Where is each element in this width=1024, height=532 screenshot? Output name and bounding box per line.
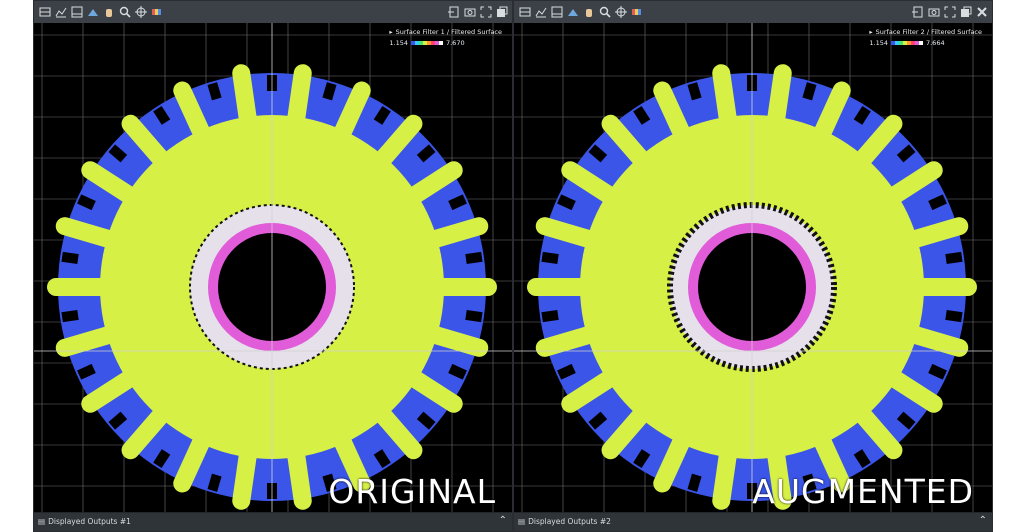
- section-icon[interactable]: [550, 4, 563, 19]
- viewer-panel-augmented: ▸ Surface Filter 2 / Filtered Surface 1.1…: [513, 0, 993, 532]
- profile-icon[interactable]: [534, 4, 547, 19]
- gear-rib: [232, 441, 258, 510]
- zoom-icon[interactable]: [598, 4, 611, 19]
- tooth-gap: [207, 473, 222, 492]
- gear-rib: [766, 64, 792, 133]
- legend-swatches: [890, 39, 923, 47]
- tooth-gap: [928, 194, 947, 211]
- tooth-gap: [61, 309, 79, 323]
- tooth-gap: [448, 363, 467, 380]
- tooth-gap: [77, 363, 96, 380]
- section-icon[interactable]: [70, 4, 83, 19]
- legend-swatch: [438, 41, 443, 45]
- palette-icon[interactable]: [150, 4, 163, 19]
- gear-rib: [286, 64, 312, 133]
- profile-icon[interactable]: [54, 4, 67, 19]
- legend-min: 1.154: [869, 39, 888, 47]
- tooth-gap: [945, 251, 963, 265]
- hand-icon[interactable]: [102, 4, 115, 19]
- status-bar: ▤ Displayed Outputs #1 ⌃: [34, 512, 512, 531]
- tooth-gap: [448, 194, 467, 211]
- tooth-gap: [945, 309, 963, 323]
- outputs-icon: ▤: [518, 517, 526, 526]
- status-bar: ▤ Displayed Outputs #2 ⌃: [514, 512, 992, 531]
- dock-icon[interactable]: [911, 4, 924, 19]
- tooth-gap: [207, 82, 222, 101]
- tooth-gap: [541, 309, 559, 323]
- camera-icon[interactable]: [463, 4, 476, 19]
- camera-icon[interactable]: [927, 4, 940, 19]
- fullscreen-icon[interactable]: [479, 4, 492, 19]
- viewer-panel-original: ▸ Surface Filter 1 / Filtered Surface 1.1…: [33, 0, 513, 532]
- status-text[interactable]: Displayed Outputs #2: [528, 517, 611, 526]
- fullscreen-icon[interactable]: [943, 4, 956, 19]
- legend-max: 7.664: [925, 39, 945, 47]
- legend-swatches: [410, 39, 443, 47]
- chevron-up-icon[interactable]: ⌃: [979, 515, 987, 526]
- tooth-gap: [928, 363, 947, 380]
- color-legend: ▸ Surface Filter 1 / Filtered Surface 1.1…: [389, 28, 502, 47]
- tooth-gap: [687, 82, 702, 101]
- gear-scan-render: [34, 23, 512, 513]
- tooth-gap: [802, 82, 817, 101]
- legend-swatch: [918, 41, 923, 45]
- viewer-toolbar: [514, 1, 992, 24]
- legend-max: 7.670: [445, 39, 465, 47]
- tooth-gap: [322, 82, 337, 101]
- viewer-toolbar: [34, 1, 512, 24]
- 3d-viewport[interactable]: ▸ Surface Filter 1 / Filtered Surface 1.1…: [34, 23, 512, 513]
- dock-icon[interactable]: [447, 4, 460, 19]
- target-icon[interactable]: [614, 4, 627, 19]
- tooth-gap: [61, 251, 79, 265]
- legend-title: Surface Filter 2 / Filtered Surface: [875, 28, 982, 36]
- chevron-up-icon[interactable]: ⌃: [499, 515, 507, 526]
- tooth-gap: [687, 473, 702, 492]
- overlay-label: ORIGINAL: [328, 472, 496, 511]
- zoom-icon[interactable]: [118, 4, 131, 19]
- tooth-gap: [465, 309, 483, 323]
- 3d-viewport[interactable]: ▸ Surface Filter 2 / Filtered Surface 1.1…: [514, 23, 992, 513]
- outputs-icon: ▤: [38, 517, 46, 526]
- overlay-label: AUGMENTED: [752, 472, 974, 511]
- 3d-view-icon[interactable]: [38, 4, 51, 19]
- gear-rib: [232, 64, 258, 133]
- hand-icon[interactable]: [582, 4, 595, 19]
- gear-rib: [712, 441, 738, 510]
- surface-icon[interactable]: [86, 4, 99, 19]
- gear-rib: [286, 441, 312, 510]
- legend-min: 1.154: [389, 39, 408, 47]
- legend-title: Surface Filter 1 / Filtered Surface: [395, 28, 502, 36]
- 3d-view-icon[interactable]: [518, 4, 531, 19]
- tooth-gap: [557, 194, 576, 211]
- palette-icon[interactable]: [630, 4, 643, 19]
- tooth-gap: [557, 363, 576, 380]
- tooth-gap: [465, 251, 483, 265]
- tooth-gap: [541, 251, 559, 265]
- target-icon[interactable]: [134, 4, 147, 19]
- status-text[interactable]: Displayed Outputs #1: [48, 517, 131, 526]
- gear-scan-render: [514, 23, 992, 513]
- close-icon[interactable]: [975, 4, 988, 19]
- color-legend: ▸ Surface Filter 2 / Filtered Surface 1.1…: [869, 28, 982, 47]
- surface-icon[interactable]: [566, 4, 579, 19]
- undock-icon[interactable]: [495, 4, 508, 19]
- legend-expand-icon[interactable]: ▸: [389, 28, 392, 36]
- gear-rib: [712, 64, 738, 133]
- undock-icon[interactable]: [959, 4, 972, 19]
- tooth-gap: [77, 194, 96, 211]
- legend-expand-icon[interactable]: ▸: [869, 28, 872, 36]
